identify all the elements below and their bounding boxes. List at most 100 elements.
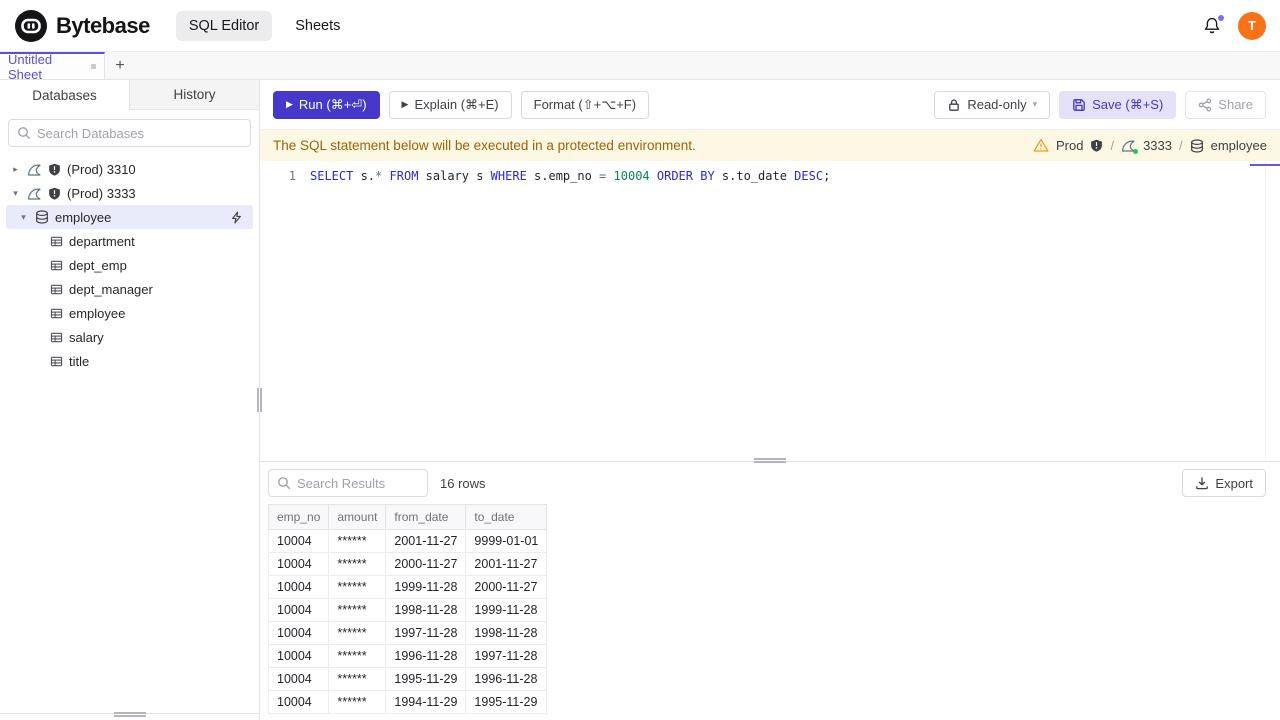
- table-cell[interactable]: 2000-11-27: [465, 575, 548, 599]
- table-cell[interactable]: 1996-11-28: [465, 667, 548, 691]
- tree-item-instance-3310[interactable]: ▸ (Prod) 3310: [0, 157, 259, 181]
- brand[interactable]: Bytebase: [14, 9, 150, 43]
- tree-item-instance-3333[interactable]: ▾ (Prod) 3333: [0, 181, 259, 205]
- table-cell[interactable]: ******: [328, 690, 387, 714]
- workspace-body: Databases History ▸: [0, 80, 1280, 720]
- table-cell[interactable]: 1995-11-29: [465, 690, 548, 714]
- tree-item-table-title[interactable]: title: [0, 349, 259, 373]
- table-cell[interactable]: ******: [328, 529, 387, 553]
- header-right: T: [1202, 11, 1266, 40]
- sql-code-line[interactable]: SELECT s.* FROM salary s WHERE s.emp_no …: [310, 166, 830, 187]
- download-icon: [1195, 476, 1209, 490]
- table-cell[interactable]: ******: [328, 621, 387, 645]
- table-cell[interactable]: 2000-11-27: [385, 552, 467, 576]
- tree-item-table-dept-emp[interactable]: dept_emp: [0, 253, 259, 277]
- table-cell[interactable]: 1995-11-29: [385, 667, 467, 691]
- search-databases-input[interactable]: [37, 125, 242, 141]
- table-cell[interactable]: ******: [328, 667, 387, 691]
- results-resize-handle[interactable]: [754, 458, 786, 463]
- top-header: Bytebase SQL Editor Sheets T: [0, 0, 1280, 52]
- run-button[interactable]: ▶ Run (⌘+⏎): [273, 90, 380, 119]
- export-button[interactable]: Export: [1182, 469, 1266, 497]
- table-cell[interactable]: 10004: [267, 575, 330, 599]
- notification-bell-icon[interactable]: [1202, 13, 1225, 36]
- tree-item-table-employee[interactable]: employee: [0, 301, 259, 325]
- tree-item-table-department[interactable]: department: [0, 229, 259, 253]
- search-icon: [277, 476, 291, 490]
- instance-label: (Prod) 3310: [67, 161, 136, 177]
- chevron-down-icon[interactable]: ▾: [18, 212, 29, 223]
- instance-badge[interactable]: 3333: [1143, 138, 1172, 153]
- format-button[interactable]: Format (⇧+⌥+F): [520, 90, 650, 119]
- sql-token: WHERE: [490, 169, 527, 183]
- nav-sql-editor[interactable]: SQL Editor: [175, 10, 273, 41]
- column-header-to-date[interactable]: to_date: [465, 504, 548, 530]
- table-cell[interactable]: 9999-01-01: [465, 529, 548, 553]
- tree-item-table-salary[interactable]: salary: [0, 325, 259, 349]
- protected-environment-banner: The SQL statement below will be executed…: [260, 130, 1280, 161]
- readonly-mode-dropdown[interactable]: Read-only ▾: [934, 90, 1051, 119]
- table-cell[interactable]: 10004: [267, 621, 330, 645]
- table-cell[interactable]: 1997-11-28: [465, 644, 548, 668]
- sql-token: 10004: [613, 169, 650, 183]
- tree-item-database-employee[interactable]: ▾ employee: [6, 205, 253, 229]
- table-label: salary: [69, 329, 104, 345]
- sidebar-tabs: Databases History: [0, 80, 259, 110]
- table-cell[interactable]: 10004: [267, 690, 330, 714]
- results-table-wrap: emp_no amount from_date to_date 10004 ***…: [260, 504, 1280, 720]
- sql-editor-area[interactable]: 1 SELECT s.* FROM salary s WHERE s.emp_n…: [260, 161, 1280, 461]
- database-icon: [1190, 138, 1204, 153]
- table-cell[interactable]: 1996-11-28: [385, 644, 467, 668]
- column-header-emp-no[interactable]: emp_no: [267, 504, 330, 530]
- table-row: 10004 ****** 1995-11-29 1996-11-28: [267, 667, 548, 691]
- table-label: dept_manager: [69, 281, 153, 297]
- table-cell[interactable]: 1994-11-29: [385, 690, 467, 714]
- tree-item-table-dept-manager[interactable]: dept_manager: [0, 277, 259, 301]
- sheet-tab-bar: Untitled Sheet +: [0, 52, 1280, 82]
- table-cell[interactable]: 1999-11-28: [465, 598, 548, 622]
- active-connection-bolt-icon[interactable]: [230, 211, 243, 224]
- chevron-down-icon[interactable]: ▾: [10, 188, 21, 199]
- tab-history[interactable]: History: [130, 80, 259, 109]
- table-header-row: emp_no amount from_date to_date: [267, 504, 548, 530]
- table-cell[interactable]: 10004: [267, 552, 330, 576]
- add-sheet-button[interactable]: +: [105, 52, 135, 79]
- table-cell[interactable]: ******: [328, 598, 387, 622]
- table-cell[interactable]: 1997-11-28: [385, 621, 467, 645]
- results-search-box[interactable]: [268, 469, 473, 497]
- environment-shield-icon: [48, 163, 61, 176]
- chevron-right-icon[interactable]: ▸: [10, 164, 21, 175]
- table-cell[interactable]: 2001-11-27: [465, 552, 548, 576]
- table-cell[interactable]: 10004: [267, 529, 330, 553]
- avatar[interactable]: T: [1238, 11, 1266, 40]
- sidebar-bottom-resize-handle[interactable]: [113, 712, 146, 717]
- tab-untitled-sheet[interactable]: Untitled Sheet: [0, 52, 105, 82]
- mysql-icon: [27, 186, 42, 201]
- table-cell[interactable]: 10004: [267, 644, 330, 668]
- table-cell[interactable]: 1998-11-28: [465, 621, 548, 645]
- share-button[interactable]: Share: [1185, 90, 1266, 119]
- table-cell[interactable]: 2001-11-27: [385, 529, 467, 553]
- save-button[interactable]: Save (⌘+S): [1059, 90, 1177, 119]
- column-header-amount[interactable]: amount: [328, 504, 387, 530]
- table-cell[interactable]: 1999-11-28: [385, 575, 467, 599]
- nav-sheets[interactable]: Sheets: [282, 11, 353, 41]
- mysql-icon[interactable]: [1121, 138, 1139, 154]
- tab-databases[interactable]: Databases: [0, 80, 130, 110]
- bytebase-logo-icon: [14, 9, 48, 43]
- explain-button[interactable]: ▶ Explain (⌘+E): [388, 90, 512, 119]
- column-header-from-date[interactable]: from_date: [385, 504, 467, 530]
- table-cell[interactable]: 10004: [267, 598, 330, 622]
- table-cell[interactable]: ******: [328, 552, 387, 576]
- brand-name: Bytebase: [56, 12, 150, 38]
- table-cell[interactable]: 1998-11-28: [385, 598, 467, 622]
- sql-token: s.: [353, 169, 376, 183]
- chevron-down-icon: ▾: [1032, 99, 1038, 109]
- table-cell[interactable]: 10004: [267, 667, 330, 691]
- table-cell[interactable]: ******: [328, 575, 387, 599]
- sidebar-resize-handle[interactable]: [257, 388, 262, 412]
- editor-scrollbar-track[interactable]: [1265, 161, 1266, 461]
- table-cell[interactable]: ******: [328, 644, 387, 668]
- database-badge[interactable]: employee: [1211, 138, 1267, 153]
- database-search-box[interactable]: [8, 119, 251, 147]
